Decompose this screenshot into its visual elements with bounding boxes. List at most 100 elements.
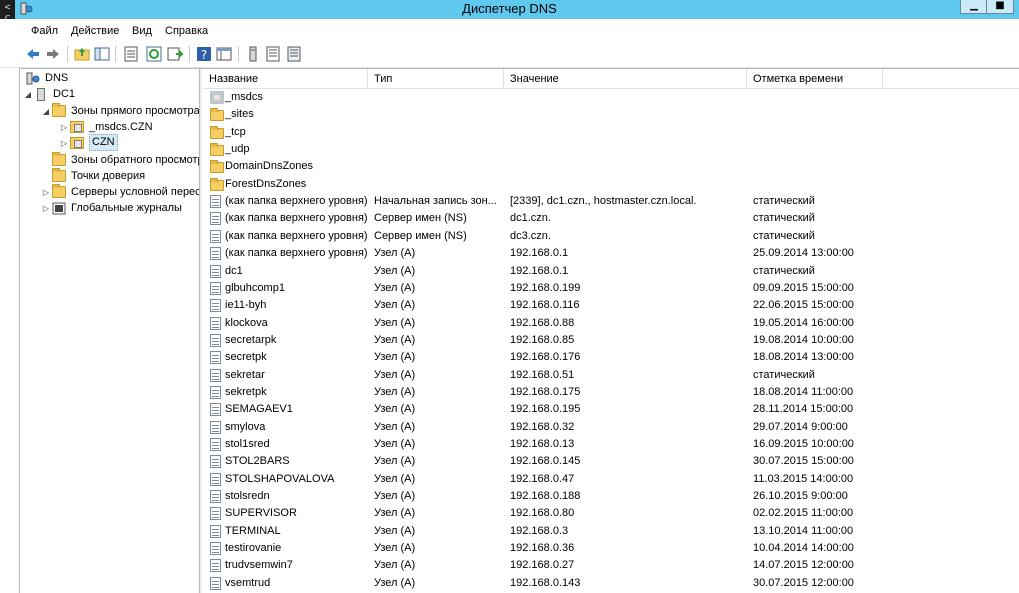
record-icon: [210, 438, 221, 451]
expand-arrow-icon[interactable]: ▷: [42, 184, 50, 201]
list-item[interactable]: stol1sred Узел (A) 192.168.0.13 16.09.2015 …: [203, 436, 1019, 453]
zone-icon: [70, 137, 84, 150]
collapse-arrow-icon[interactable]: ◢: [24, 86, 32, 103]
list-item[interactable]: vsemtrud Узел (A) 192.168.0.143 30.07.2015 …: [203, 575, 1019, 592]
column-header-type[interactable]: Тип: [368, 69, 504, 88]
toolbar: ?: [0, 41, 1019, 68]
cell-type: Узел (A): [374, 333, 416, 346]
list-item[interactable]: glbuhcomp1 Узел (A) 192.168.0.199 09.09.201…: [203, 280, 1019, 297]
new-host-icon[interactable]: [245, 46, 261, 62]
list-item[interactable]: (как папка верхнего уровня) Узел (A) 192.1…: [203, 245, 1019, 262]
back-arrow-icon[interactable]: [25, 46, 41, 62]
list-item[interactable]: ForestDnsZones: [203, 176, 1019, 193]
cell-name: stol1sred: [225, 438, 270, 450]
expand-arrow-icon[interactable]: ▷: [60, 135, 68, 152]
cell-value: 192.168.0.27: [510, 559, 575, 572]
folder-icon: [52, 184, 66, 199]
properties-icon[interactable]: [123, 46, 139, 62]
list-item[interactable]: _tcp: [203, 124, 1019, 141]
cell-type: Узел (A): [374, 507, 416, 520]
list-item[interactable]: sekretar Узел (A) 192.168.0.51 статический: [203, 367, 1019, 384]
list-item[interactable]: (как папка верхнего уровня) Сервер имен (…: [203, 210, 1019, 227]
console-view-icon[interactable]: [216, 46, 232, 62]
cell-value: 192.168.0.3: [510, 524, 569, 537]
cell-name: _msdcs: [225, 91, 263, 103]
cell-time: статический: [753, 264, 815, 277]
cell-name: ie11-byh: [225, 299, 267, 312]
list-item[interactable]: secretarpk Узел (A) 192.168.0.85 19.08.2014…: [203, 332, 1019, 349]
list-item[interactable]: klockova Узел (A) 192.168.0.88 19.05.2014 1…: [203, 315, 1019, 332]
record-icon: [210, 195, 221, 209]
tree-item-label: Глобальные журналы: [71, 202, 182, 215]
cell-time: 14.07.2015 12:00:00: [753, 559, 854, 572]
cell-type: Узел (A): [374, 351, 416, 364]
record-icon: [210, 368, 221, 382]
list-item[interactable]: stolsredn Узел (A) 192.168.0.188 26.10.2015…: [203, 488, 1019, 505]
list-item[interactable]: secretpk Узел (A) 192.168.0.176 18.08.2014 …: [203, 349, 1019, 366]
list-item[interactable]: sekretpk Узел (A) 192.168.0.175 18.08.2014 …: [203, 384, 1019, 401]
list-item[interactable]: testirovanie Узел (A) 192.168.0.36 10.04.20…: [203, 540, 1019, 557]
tree-pane[interactable]: DNS ◢ DC1 ◢ Зоны прямого просмотра ▷ _msdcs.CZ…: [20, 69, 200, 593]
minimize-button[interactable]: ▁: [960, 0, 988, 14]
cell-value: 192.168.0.13: [510, 438, 575, 450]
cell-time: 29.07.2014 9:00:00: [753, 420, 848, 433]
help-icon[interactable]: ?: [196, 46, 212, 62]
column-header-timestamp[interactable]: Отметка времени: [747, 69, 883, 88]
cell-type: Узел (A): [374, 559, 416, 572]
column-header-name[interactable]: Название: [203, 69, 368, 88]
cell-name: _tcp: [225, 125, 246, 138]
list-item[interactable]: _msdcs: [203, 89, 1019, 106]
list-item[interactable]: STOL2BARS Узел (A) 192.168.0.145 30.07.2015…: [203, 453, 1019, 470]
cell-value: 192.168.0.51: [510, 368, 575, 381]
folder-icon: [210, 160, 224, 174]
expand-arrow-icon[interactable]: ▷: [42, 200, 50, 217]
record-icon: [210, 576, 221, 590]
list-item[interactable]: smylova Узел (A) 192.168.0.32 29.07.2014 9:…: [203, 419, 1019, 436]
list-item[interactable]: trudvsemwin7 Узел (A) 192.168.0.27 14.07.20…: [203, 557, 1019, 574]
column-header-value[interactable]: Значение: [504, 69, 747, 88]
toolbar-separator: [115, 46, 116, 62]
show-hide-tree-icon[interactable]: [94, 46, 110, 62]
cell-time: статический: [753, 195, 815, 208]
list-item[interactable]: TERMINAL Узел (A) 192.168.0.3 13.10.2014 11…: [203, 523, 1019, 540]
list-item[interactable]: _sites: [203, 106, 1019, 123]
export-list-icon[interactable]: [167, 46, 183, 62]
record-icon: [210, 542, 221, 556]
cell-time: 10.04.2014 14:00:00: [753, 542, 854, 555]
new-record-icon[interactable]: [265, 46, 281, 62]
menu-help[interactable]: Справка: [165, 25, 208, 37]
records-list-pane[interactable]: Название Тип Значение Отметка времени _m…: [203, 69, 1019, 593]
list-item[interactable]: STOLSHAPOVALOVA Узел (A) 192.168.0.47 11.03…: [203, 471, 1019, 488]
pane-splitter[interactable]: [200, 69, 202, 593]
list-item[interactable]: SUPERVISOR Узел (A) 192.168.0.80 02.02.2015…: [203, 505, 1019, 522]
cell-value: 192.168.0.47: [510, 472, 575, 485]
up-folder-icon[interactable]: [74, 46, 90, 62]
refresh-icon[interactable]: [146, 46, 162, 62]
cell-name: STOL2BARS: [225, 455, 290, 468]
list-item[interactable]: _udp: [203, 141, 1019, 158]
list-item[interactable]: ie11-byh Узел (A) 192.168.0.116 22.06.2015 …: [203, 297, 1019, 314]
cell-type: Сервер имен (NS): [374, 229, 467, 242]
cell-type: Узел (A): [374, 299, 416, 312]
list-item[interactable]: (как папка верхнего уровня) Начальная зап…: [203, 193, 1019, 210]
cell-name: (как папка верхнего уровня): [225, 247, 368, 260]
record-icon: [210, 472, 221, 486]
cell-name: STOLSHAPOVALOVA: [225, 472, 335, 485]
list-item[interactable]: (как папка верхнего уровня) Сервер имен (…: [203, 228, 1019, 245]
menu-view[interactable]: Вид: [132, 25, 152, 37]
cell-type: Узел (A): [374, 368, 416, 381]
menu-file[interactable]: Файл: [31, 25, 58, 37]
record-icon: [210, 299, 221, 313]
list-item[interactable]: dc1 Узел (A) 192.168.0.1 статический: [203, 263, 1019, 280]
expand-arrow-icon[interactable]: ▷: [60, 119, 68, 136]
cell-time: 11.03.2015 14:00:00: [753, 472, 854, 485]
list-item[interactable]: SEMAGAEV1 Узел (A) 192.168.0.195 28.11.2014…: [203, 401, 1019, 418]
cell-type: Узел (A): [374, 472, 416, 485]
menu-action[interactable]: Действие: [71, 25, 119, 37]
filter-icon[interactable]: [286, 46, 302, 62]
list-item[interactable]: DomainDnsZones: [203, 158, 1019, 175]
collapse-arrow-icon[interactable]: ◢: [42, 103, 50, 120]
forward-arrow-icon[interactable]: [45, 46, 61, 62]
cell-value: 192.168.0.32: [510, 420, 575, 433]
maximize-button[interactable]: ■: [986, 0, 1014, 14]
